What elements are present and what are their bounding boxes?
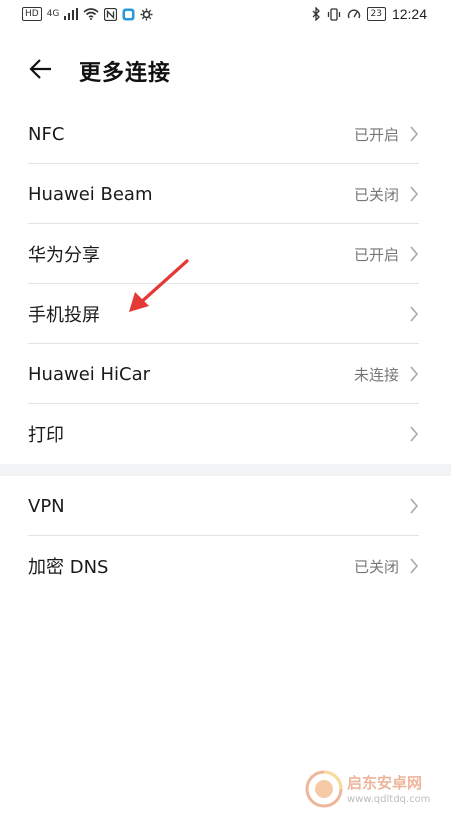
back-button[interactable] [26, 54, 56, 84]
row-value: 已开启 [353, 125, 399, 144]
row-label: 手机投屏 [28, 305, 100, 326]
row-label: NFC [28, 123, 65, 145]
row-label: 打印 [28, 425, 64, 446]
app-notification-icon [122, 8, 135, 20]
row-value: 未连接 [353, 365, 399, 384]
status-time: 12:24 [391, 6, 427, 22]
page-title: 更多连接 [79, 61, 172, 86]
watermark-title: 启东安卓网 [347, 774, 423, 792]
chevron-right-icon [410, 426, 419, 442]
row-huawei-beam[interactable]: Huawei Beam 已关闭 [0, 164, 451, 224]
bluetooth-icon [312, 7, 320, 21]
row-print[interactable]: 打印 [0, 404, 451, 464]
vibrate-icon [327, 7, 340, 21]
hd-badge: HD [22, 7, 42, 21]
row-encrypted-dns[interactable]: 加密 DNS 已关闭 [0, 536, 451, 596]
page-header: 更多连接 [0, 44, 451, 94]
row-screen-projection[interactable]: 手机投屏 [0, 284, 451, 344]
settings-group-network: VPN 加密 DNS 已关闭 [0, 476, 451, 596]
chevron-right-icon [410, 558, 419, 574]
data-saver-icon [347, 9, 360, 18]
network-type-label: 4G [46, 9, 60, 19]
status-bar: HD 4G 23 12:24 [0, 0, 451, 30]
watermark-url: www.qdltdq.com [347, 794, 431, 805]
row-value: 已关闭 [353, 185, 399, 204]
row-label: VPN [28, 495, 65, 517]
chevron-right-icon [410, 246, 419, 262]
chevron-right-icon [410, 186, 419, 202]
chevron-right-icon [410, 366, 419, 382]
wifi-icon [83, 8, 99, 20]
annotation-arrow-icon [129, 259, 189, 312]
settings-group-connections: NFC 已开启 Huawei Beam 已关闭 华为分享 已开启 手机投屏 Hu… [0, 104, 451, 464]
battery-level: 23 [366, 7, 386, 21]
signal-icon [64, 8, 79, 20]
chevron-right-icon [410, 126, 419, 142]
row-huawei-share[interactable]: 华为分享 已开启 [0, 224, 451, 284]
settings-gear-icon [140, 8, 153, 20]
row-huawei-hicar[interactable]: Huawei HiCar 未连接 [0, 344, 451, 404]
row-label: 华为分享 [28, 245, 100, 266]
watermark: 启东安卓网 www.qdltdq.com [305, 766, 445, 816]
arrow-left-icon [29, 59, 51, 79]
watermark-logo-icon [305, 770, 343, 808]
row-value: 已关闭 [353, 557, 399, 576]
status-bar-left: HD 4G [22, 7, 153, 21]
row-vpn[interactable]: VPN [0, 476, 451, 536]
nfc-status-icon [104, 7, 118, 21]
status-bar-right: 23 12:24 [312, 6, 427, 22]
chevron-right-icon [410, 306, 419, 322]
section-separator [0, 464, 451, 476]
row-label: Huawei Beam [28, 183, 153, 205]
row-label: 加密 DNS [28, 557, 109, 578]
row-nfc[interactable]: NFC 已开启 [0, 104, 451, 164]
chevron-right-icon [410, 498, 419, 514]
row-label: Huawei HiCar [28, 363, 151, 385]
row-value: 已开启 [353, 245, 399, 264]
